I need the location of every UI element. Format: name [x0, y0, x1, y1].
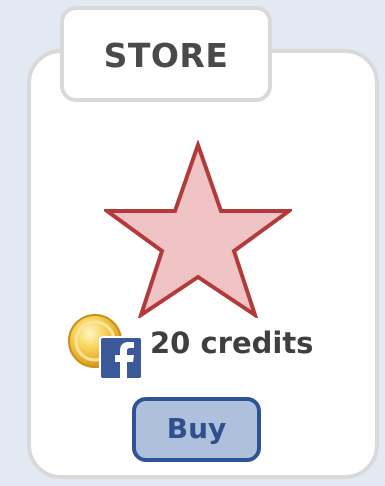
- buy-button[interactable]: Buy: [132, 397, 261, 462]
- price-label: 20 credits: [150, 326, 314, 360]
- star-icon: [104, 140, 292, 318]
- facebook-credits-coin-icon: [68, 314, 143, 380]
- store-tab: STORE: [60, 6, 272, 102]
- store-title: STORE: [103, 36, 229, 75]
